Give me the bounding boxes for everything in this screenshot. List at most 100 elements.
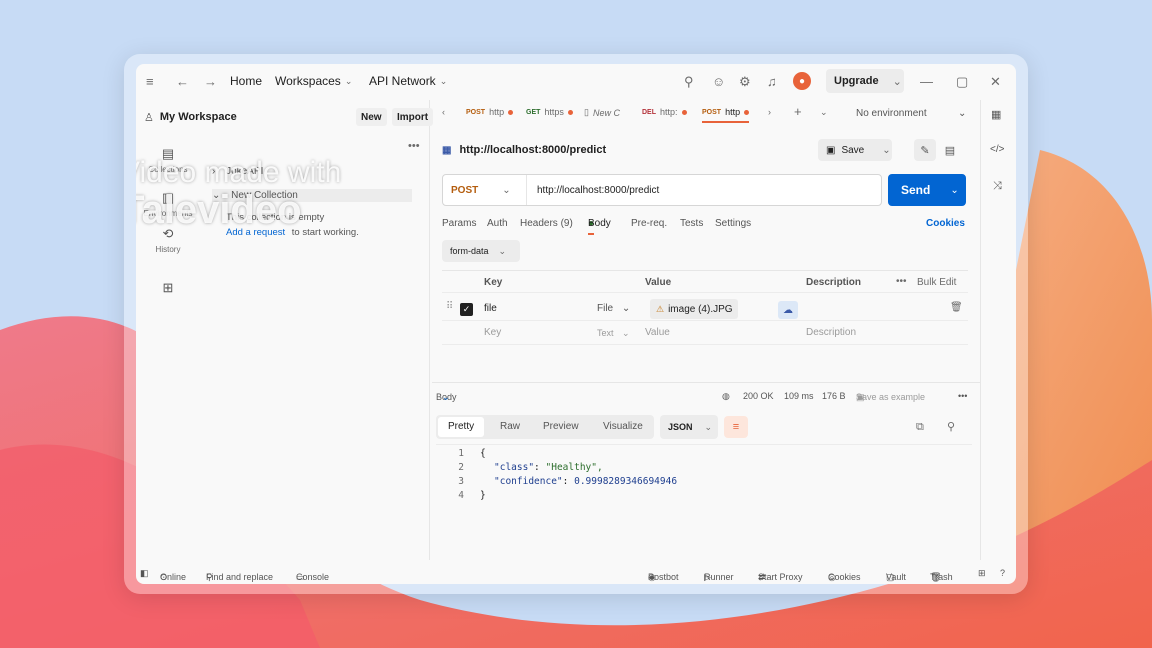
documentation-icon[interactable]: ▤ <box>939 139 961 161</box>
key-input[interactable]: file <box>484 303 497 314</box>
settings-gear-icon[interactable]: ⚙ <box>739 74 751 90</box>
code-icon[interactable]: </> <box>990 144 1004 155</box>
file-chip[interactable]: ⚠ image (4).JPG <box>650 299 738 319</box>
tab-raw[interactable]: Raw <box>500 421 520 432</box>
tab-preview[interactable]: Preview <box>543 421 579 432</box>
tab-new-collection[interactable]: ▯ New C <box>584 107 620 118</box>
tab-delete[interactable]: DEL http: <box>642 107 687 117</box>
tab-label: http <box>489 107 505 117</box>
trash-label: Trash <box>930 572 953 582</box>
workspaces-menu[interactable]: Workspaces ⌄ <box>275 74 352 88</box>
request-tabs-bar: ‹ POST http GET https ▯ New C DEL http: … <box>432 104 1016 126</box>
more-options-icon[interactable]: ••• <box>408 140 420 152</box>
response-divider[interactable] <box>432 382 980 383</box>
related-collections-icon[interactable]: ⤨ <box>993 180 1002 193</box>
save-button[interactable]: ▣ Save ⌄ <box>818 139 892 161</box>
key-type-placeholder: Text <box>597 328 614 338</box>
description-placeholder[interactable]: Description <box>806 327 856 338</box>
more-options-icon[interactable]: ••• <box>896 276 907 287</box>
invite-user-icon[interactable]: ☺ <box>712 74 725 89</box>
minimize-icon[interactable]: — <box>920 74 933 89</box>
send-button[interactable]: Send ⌄ <box>888 174 966 206</box>
chevron-down-icon[interactable]: ⌄ <box>950 185 958 196</box>
response-size[interactable]: 176 B <box>822 391 846 401</box>
tab-get[interactable]: GET https <box>526 107 573 117</box>
url-input[interactable]: http://localhost:8000/predict <box>537 185 659 196</box>
import-button[interactable]: Import <box>392 108 434 126</box>
column-header-key: Key <box>484 277 503 288</box>
key-type-selector-placeholder[interactable]: Text ⌄ <box>597 328 630 339</box>
tab-pre-request[interactable]: Pre-req. <box>631 218 667 229</box>
more-options-icon[interactable]: ••• <box>958 391 967 401</box>
chevron-down-icon[interactable]: ⌄ <box>882 145 890 156</box>
tab-settings[interactable]: Settings <box>715 218 751 229</box>
tab-label: http <box>725 107 741 117</box>
unsaved-dot <box>681 109 687 115</box>
tab-params[interactable]: Params <box>442 218 476 229</box>
hamburger-menu-icon[interactable]: ≡ <box>146 74 154 89</box>
forward-arrow-icon[interactable]: → <box>204 74 217 89</box>
maximize-icon[interactable]: ▢ <box>956 74 968 90</box>
response-body-code[interactable]: 1 { 2 "class": "Healthy", 3 "confidence"… <box>436 444 972 554</box>
new-button[interactable]: New <box>356 108 387 126</box>
trash-icon[interactable]: 🗑 <box>950 302 963 313</box>
chevron-left-icon[interactable]: ‹ <box>442 107 445 117</box>
new-tab-plus-icon[interactable]: + <box>794 104 802 119</box>
cookies-label: Cookies <box>828 572 861 582</box>
environment-quick-look-icon[interactable]: ▦ <box>991 108 1001 121</box>
document-icon: ▯ <box>584 107 589 117</box>
method-selector[interactable]: POST ⌄ <box>443 175 527 205</box>
avatar[interactable]: ● <box>793 72 811 90</box>
tab-pretty[interactable]: Pretty <box>438 417 485 437</box>
home-link[interactable]: Home <box>230 74 262 88</box>
value-placeholder[interactable]: Value <box>645 327 670 338</box>
rail-item-add-widget[interactable]: ⊞ <box>136 280 200 299</box>
response-format-selector[interactable]: JSON ⌄ <box>660 415 718 439</box>
tab-post-active[interactable]: POST http <box>702 107 750 123</box>
app-window: ≡ ← → Home Workspaces ⌄ API Network ⌄ ⚲ … <box>136 64 1016 584</box>
tab-post-1[interactable]: POST http <box>466 107 514 117</box>
help-icon[interactable]: ? <box>1000 568 1005 578</box>
body-mode-selector[interactable]: form-data ⌄ <box>442 240 520 262</box>
response-header: Body ⌄ ◍ 200 OK 109 ms 176 B ▣ Save as e… <box>436 390 976 404</box>
status-badge[interactable]: 200 OK <box>743 391 774 401</box>
chevron-down-icon[interactable]: ⌄ <box>958 108 966 119</box>
close-icon[interactable]: ✕ <box>990 74 1001 90</box>
environment-selector[interactable]: No environment <box>856 108 927 119</box>
toggle-sidebar-icon[interactable]: ◧ <box>140 568 149 579</box>
key-placeholder[interactable]: Key <box>484 327 501 338</box>
layout-grid-icon[interactable]: ⊞ <box>978 568 986 579</box>
drag-handle-icon[interactable]: ⠿ <box>446 301 453 312</box>
response-time[interactable]: 109 ms <box>784 391 814 401</box>
http-request-icon: ▦ <box>442 144 452 156</box>
tab-visualize[interactable]: Visualize <box>603 421 643 432</box>
upgrade-button[interactable]: Upgrade ⌄ <box>826 69 904 93</box>
row-enabled-checkbox[interactable]: ✓ <box>460 303 473 316</box>
tab-body[interactable]: Body ● <box>588 218 611 235</box>
bulk-edit-link[interactable]: Bulk Edit <box>917 277 956 288</box>
postbot-label: Postbot <box>648 572 679 582</box>
cookies-link[interactable]: Cookies <box>926 218 965 229</box>
search-icon[interactable]: ⚲ <box>684 74 694 90</box>
filter-lines-icon[interactable]: ≡ <box>724 416 748 438</box>
request-name-label: http://localhost:8000/predict <box>459 144 607 156</box>
chevron-down-icon: ⌄ <box>621 303 631 314</box>
sidebar: ♙ My Workspace New Import ▤ Collections … <box>136 100 434 560</box>
copy-icon[interactable]: ⧉ <box>916 421 924 434</box>
tabs-dropdown-chevron-icon[interactable]: ⌄ <box>820 107 828 118</box>
notification-bell-icon[interactable]: ♫ <box>767 74 777 89</box>
api-network-label: API Network <box>369 74 436 88</box>
response-format-label: JSON <box>668 422 693 432</box>
edit-pencil-icon[interactable]: ✎ <box>914 139 936 161</box>
tab-auth[interactable]: Auth <box>487 218 508 229</box>
cloud-upload-icon[interactable]: ☁ <box>778 301 798 319</box>
api-network-menu[interactable]: API Network ⌄ <box>369 74 447 88</box>
table-row-placeholder <box>442 321 968 345</box>
back-arrow-icon[interactable]: ← <box>176 74 189 89</box>
key-type-selector[interactable]: File ⌄ <box>597 303 630 314</box>
search-icon[interactable]: ⚲ <box>947 420 955 433</box>
tab-tests[interactable]: Tests <box>680 218 703 229</box>
tab-headers[interactable]: Headers (9) <box>520 218 573 229</box>
chevron-right-icon[interactable]: › <box>768 107 771 117</box>
start-proxy-label: Start Proxy <box>758 572 803 582</box>
